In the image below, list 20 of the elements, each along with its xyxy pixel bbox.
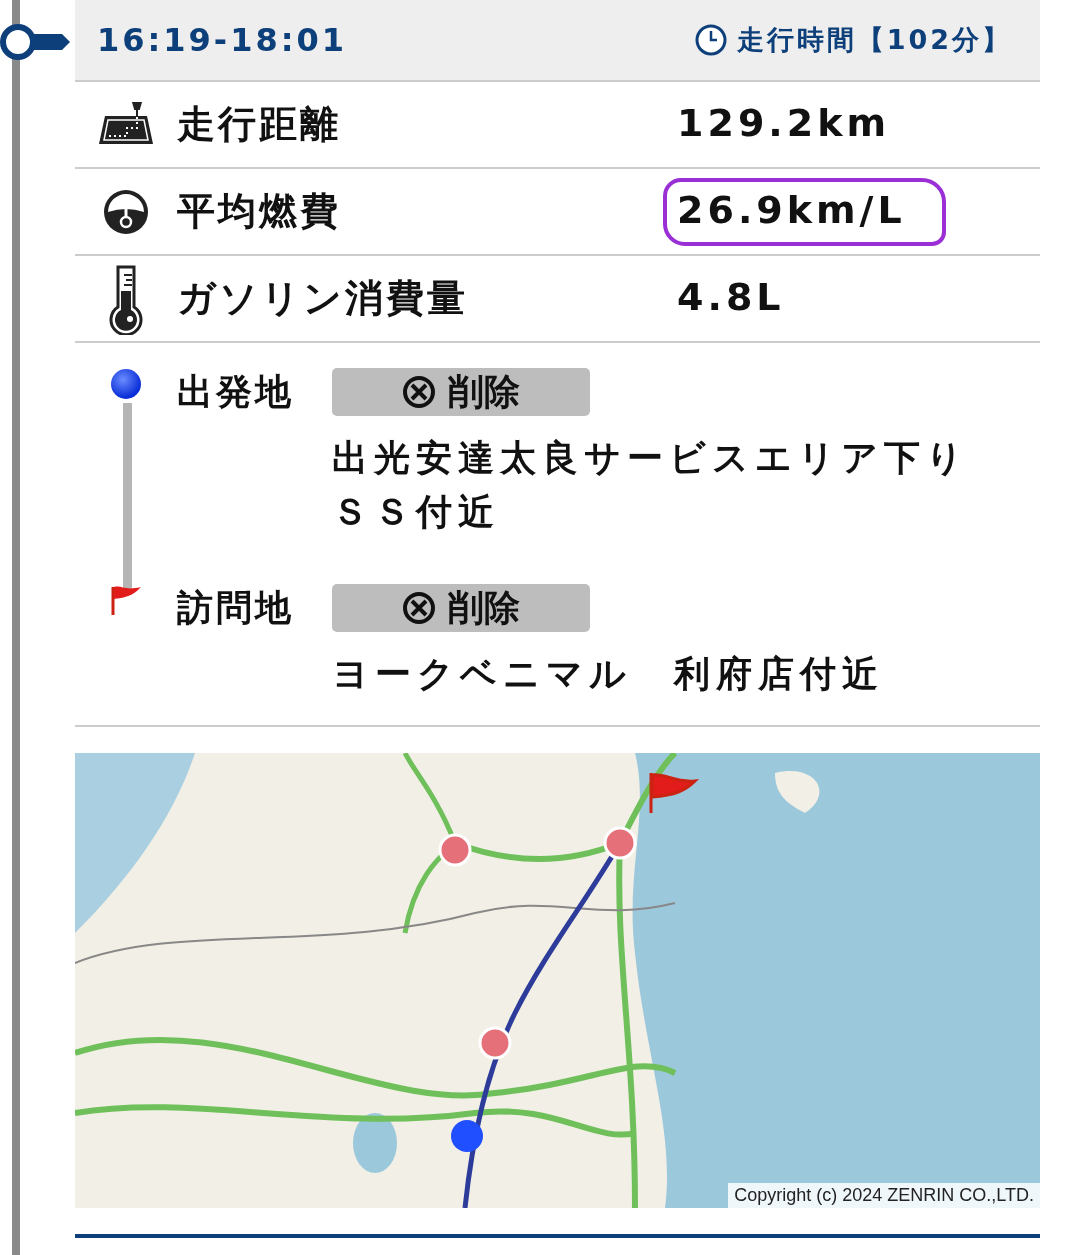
copyright-text: Copyright (c) 2024 ZENRIN CO.,LTD. (728, 1183, 1040, 1208)
place-name: 出光安達太良サービスエリア下りＳＳ付近 (332, 436, 970, 534)
close-icon (402, 591, 436, 625)
stat-label: ガソリン消費量 (177, 275, 469, 322)
pin-icon (109, 367, 143, 401)
place-label: 訪問地 (177, 585, 295, 630)
gauge-icon (102, 187, 150, 236)
place-name: ヨークベニマル 利府店付近 (332, 652, 885, 696)
stat-value: 26.9km/L (677, 187, 906, 232)
stat-label: 平均燃費 (177, 188, 342, 235)
close-icon (402, 375, 436, 409)
stat-value: 4.8L (677, 274, 785, 319)
delete-button[interactable]: 削除 (332, 368, 590, 416)
delete-button[interactable]: 削除 (332, 584, 590, 632)
stat-label: 走行距離 (177, 101, 342, 148)
place-label: 出発地 (177, 369, 295, 414)
time-range: 16:19-18:01 (97, 21, 347, 59)
clock-icon (694, 24, 727, 56)
stat-value: 129.2km (677, 100, 891, 145)
duration-text: 走行時間【102分】 (736, 23, 1012, 57)
